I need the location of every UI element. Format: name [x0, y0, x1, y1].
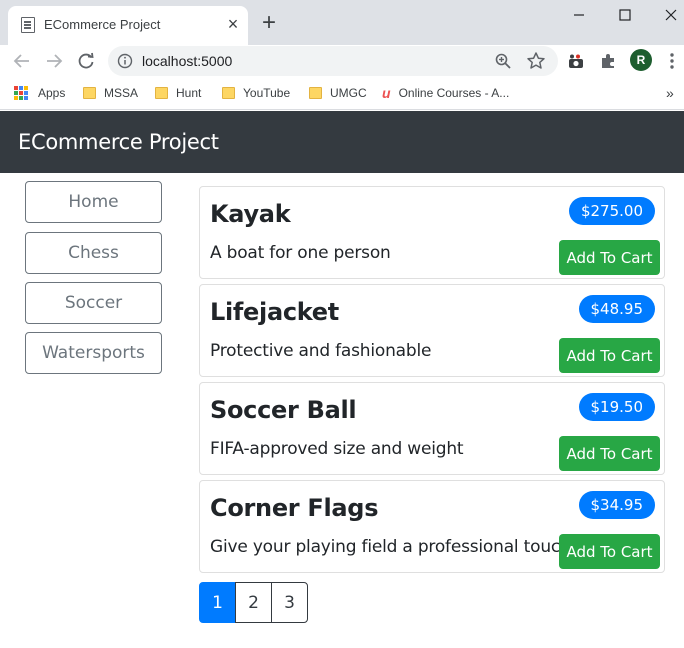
bookmark-label: Online Courses - A... — [398, 86, 510, 100]
extensions-puzzle-icon[interactable] — [596, 49, 620, 73]
bookmark-label: UMGC — [330, 86, 367, 100]
bookmark-label: Hunt — [176, 86, 202, 100]
add-to-cart-button[interactable]: Add To Cart — [559, 534, 660, 569]
more-bookmarks-icon[interactable]: » — [666, 85, 674, 101]
bookmark-youtube[interactable]: YouTube — [222, 84, 290, 102]
bookmark-hunt[interactable]: Hunt — [155, 84, 201, 102]
page-button-2[interactable]: 2 — [235, 582, 272, 623]
site-navbar: ECommerce Project — [0, 111, 684, 173]
maximize-icon[interactable] — [602, 0, 648, 30]
browser-toolbar: localhost:5000 R — [0, 45, 684, 77]
extension-camera-icon[interactable] — [564, 49, 588, 73]
product-description: Give your playing field a professional t… — [210, 537, 571, 557]
folder-icon — [83, 87, 96, 99]
add-to-cart-button[interactable]: Add To Cart — [559, 240, 660, 275]
url-text[interactable]: localhost:5000 — [142, 53, 232, 69]
browser-menu-icon[interactable] — [664, 51, 680, 71]
udemy-icon: u — [382, 85, 391, 101]
price-badge: $19.50 — [578, 393, 655, 421]
product-description: A boat for one person — [210, 243, 391, 263]
page-button-1[interactable]: 1 — [199, 582, 236, 623]
product-name: Corner Flags — [210, 494, 379, 522]
bookmark-label: YouTube — [243, 86, 291, 100]
folder-icon — [222, 87, 235, 99]
back-arrow-icon[interactable] — [10, 49, 34, 73]
bookmark-star-icon[interactable] — [526, 51, 546, 71]
close-tab-icon[interactable]: × — [224, 15, 242, 33]
category-button-soccer[interactable]: Soccer — [25, 282, 162, 324]
product-card: Kayak $275.00 A boat for one person Add … — [199, 186, 665, 279]
window-close-icon[interactable] — [648, 0, 684, 30]
bookmark-mssa[interactable]: MSSA — [83, 84, 138, 102]
new-tab-icon[interactable]: + — [258, 11, 280, 35]
product-name: Soccer Ball — [210, 396, 357, 424]
category-button-chess[interactable]: Chess — [25, 232, 162, 274]
folder-icon — [155, 87, 168, 99]
add-to-cart-button[interactable]: Add To Cart — [559, 338, 660, 373]
bookmarks-bar: Apps MSSA Hunt YouTube UMGC u Online Cou… — [0, 77, 684, 110]
forward-arrow-icon[interactable] — [42, 49, 66, 73]
site-brand[interactable]: ECommerce Project — [18, 130, 219, 154]
apps-grid-icon — [14, 86, 28, 100]
folder-icon — [309, 87, 322, 99]
bookmark-label: Apps — [38, 86, 66, 100]
page-button-3[interactable]: 3 — [271, 582, 308, 623]
bookmark-umgc[interactable]: UMGC — [309, 84, 367, 102]
product-description: Protective and fashionable — [210, 341, 432, 361]
zoom-icon[interactable] — [494, 52, 512, 70]
price-badge: $275.00 — [568, 197, 655, 225]
bookmark-apps[interactable]: Apps — [14, 84, 65, 102]
category-button-home[interactable]: Home — [25, 181, 162, 223]
product-name: Lifejacket — [210, 298, 339, 326]
bookmark-online-courses[interactable]: u Online Courses - A... — [382, 84, 509, 102]
address-bar[interactable]: localhost:5000 — [108, 46, 558, 76]
reload-icon[interactable] — [74, 49, 98, 73]
tab-title: ECommerce Project — [44, 17, 161, 32]
tab-strip: ECommerce Project × + — [0, 0, 684, 45]
page-favicon-icon — [21, 17, 35, 33]
product-card: Corner Flags $34.95 Give your playing fi… — [199, 480, 665, 573]
product-name: Kayak — [210, 200, 291, 228]
browser-tab[interactable]: ECommerce Project × — [8, 6, 248, 45]
price-badge: $48.95 — [578, 295, 655, 323]
product-card: Lifejacket $48.95 Protective and fashion… — [199, 284, 665, 377]
category-button-watersports[interactable]: Watersports — [25, 332, 162, 374]
add-to-cart-button[interactable]: Add To Cart — [559, 436, 660, 471]
info-icon[interactable] — [117, 53, 133, 69]
profile-avatar[interactable]: R — [630, 49, 652, 71]
product-card: Soccer Ball $19.50 FIFA-approved size an… — [199, 382, 665, 475]
minimize-icon[interactable] — [556, 0, 602, 30]
bookmark-label: MSSA — [104, 86, 139, 100]
price-badge: $34.95 — [578, 491, 655, 519]
pagination: 1 2 3 — [199, 582, 308, 623]
product-description: FIFA-approved size and weight — [210, 439, 464, 459]
